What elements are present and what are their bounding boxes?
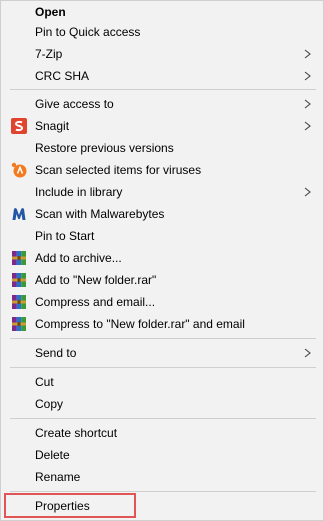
menu-item-label: Give access to: [35, 97, 114, 111]
chevron-right-icon: [304, 348, 311, 358]
avast-icon: [11, 162, 27, 178]
menu-item-label: Compress and email...: [35, 295, 156, 309]
menu-item-restore-previous-versions[interactable]: Restore previous versions: [2, 137, 323, 159]
chevron-right-icon: [304, 121, 311, 131]
menu-item-label: Compress to "New folder.rar" and email: [35, 317, 245, 331]
menu-item-label: Delete: [35, 448, 70, 462]
menu-item-rename[interactable]: Rename: [2, 466, 323, 488]
chevron-right-icon: [304, 49, 311, 59]
properties-highlight-box: [4, 493, 136, 518]
menu-item-label: Pin to Start: [35, 229, 95, 243]
menu-item-label: Send to: [35, 346, 77, 360]
menu-item-label: Snagit: [35, 119, 70, 133]
menu-item-cut[interactable]: Cut: [2, 371, 323, 393]
chevron-right-icon: [304, 187, 311, 197]
menu-item-label: CRC SHA: [35, 69, 90, 83]
menu-item-label: Pin to Quick access: [35, 25, 141, 39]
menu-item-add-to-archive[interactable]: Add to archive...: [2, 247, 323, 269]
menu-item-snagit[interactable]: Snagit: [2, 115, 323, 137]
menu-item-label: Rename: [35, 470, 81, 484]
menu-item-label: Add to archive...: [35, 251, 122, 265]
menu-item-label: Add to "New folder.rar": [35, 273, 157, 287]
menu-item-label: 7-Zip: [35, 47, 63, 61]
menu-separator: [10, 89, 316, 90]
snagit-icon: [11, 118, 27, 134]
menu-item-copy[interactable]: Copy: [2, 393, 323, 415]
malwarebytes-icon: [12, 208, 26, 220]
winrar-icon: [12, 273, 26, 287]
chevron-right-icon: [304, 99, 311, 109]
menu-item-label: Create shortcut: [35, 426, 118, 440]
menu-item-label: Open: [35, 5, 66, 19]
menu-item-crc-sha[interactable]: CRC SHA: [2, 65, 323, 87]
winrar-icon: [12, 317, 26, 331]
menu-item-label: Scan with Malwarebytes: [35, 207, 165, 221]
menu-item-scan-with-malwarebytes[interactable]: Scan with Malwarebytes: [2, 203, 323, 225]
menu-item-open[interactable]: Open: [2, 1, 323, 23]
menu-item-pin-to-quick-access[interactable]: Pin to Quick access: [2, 21, 323, 43]
menu-item-scan-for-viruses[interactable]: Scan selected items for viruses: [2, 159, 323, 181]
context-menu: Open Pin to Quick access 7-Zip CRC SHA G…: [0, 0, 324, 521]
menu-item-pin-to-start[interactable]: Pin to Start: [2, 225, 323, 247]
menu-item-create-shortcut[interactable]: Create shortcut: [2, 422, 323, 444]
winrar-icon: [12, 251, 26, 265]
menu-item-give-access-to[interactable]: Give access to: [2, 93, 323, 115]
menu-item-compress-and-email[interactable]: Compress and email...: [2, 291, 323, 313]
menu-item-compress-to-rar-and-email[interactable]: Compress to "New folder.rar" and email: [2, 313, 323, 335]
menu-item-delete[interactable]: Delete: [2, 444, 323, 466]
menu-item-label: Include in library: [35, 185, 123, 199]
menu-item-label: Scan selected items for viruses: [35, 163, 202, 177]
menu-item-add-to-new-folder-rar[interactable]: Add to "New folder.rar": [2, 269, 323, 291]
menu-item-include-in-library[interactable]: Include in library: [2, 181, 323, 203]
winrar-icon: [12, 295, 26, 309]
menu-item-label: Restore previous versions: [35, 141, 174, 155]
menu-item-send-to[interactable]: Send to: [2, 342, 323, 364]
menu-item-7zip[interactable]: 7-Zip: [2, 43, 323, 65]
menu-separator: [10, 367, 316, 368]
menu-separator: [10, 491, 316, 492]
menu-item-label: Copy: [35, 397, 64, 411]
menu-separator: [10, 338, 316, 339]
chevron-right-icon: [304, 71, 311, 81]
menu-item-label: Cut: [35, 375, 54, 389]
menu-separator: [10, 418, 316, 419]
